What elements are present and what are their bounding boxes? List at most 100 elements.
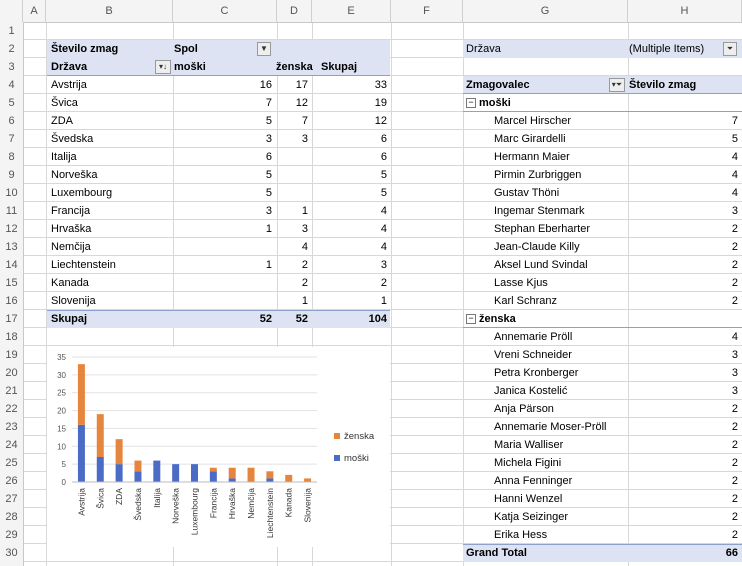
- winner-name[interactable]: Marcel Hirscher: [494, 112, 571, 130]
- pivot-row-label[interactable]: Slovenija: [51, 292, 96, 310]
- column-header-a[interactable]: A: [23, 0, 46, 22]
- value-moski[interactable]: 3: [173, 130, 272, 148]
- value-moski[interactable]: 3: [173, 202, 272, 220]
- row-header-10[interactable]: 10: [0, 184, 23, 202]
- row-header-22[interactable]: 22: [0, 400, 23, 418]
- winner-name[interactable]: Annemarie Pröll: [494, 328, 572, 346]
- group-label[interactable]: moški: [479, 94, 511, 112]
- value-skupaj[interactable]: 6: [312, 148, 387, 166]
- winner-name[interactable]: Vreni Schneider: [494, 346, 572, 364]
- value-skupaj[interactable]: 4: [312, 220, 387, 238]
- winner-count[interactable]: 4: [628, 148, 738, 166]
- row-filter-dropdown[interactable]: ▾⏷: [609, 78, 625, 92]
- winner-count[interactable]: 3: [628, 202, 738, 220]
- winner-count[interactable]: 5: [628, 130, 738, 148]
- row-header-24[interactable]: 24: [0, 436, 23, 454]
- value-skupaj[interactable]: 12: [312, 112, 387, 130]
- value-moski[interactable]: 6: [173, 148, 272, 166]
- row-header-1[interactable]: 1: [0, 22, 23, 40]
- row-header-23[interactable]: 23: [0, 418, 23, 436]
- value-zenska[interactable]: 4: [277, 238, 308, 256]
- winner-count[interactable]: 2: [628, 256, 738, 274]
- row-sort-dropdown[interactable]: ▾↓: [155, 60, 171, 74]
- value-zenska[interactable]: 1: [277, 292, 308, 310]
- pivot-row-label[interactable]: Kanada: [51, 274, 89, 292]
- winner-name[interactable]: Petra Kronberger: [494, 364, 578, 382]
- row-header-bar[interactable]: 1 2 3 4 5 6 7 8 9 10 11 12 13 14 15 16 17 18 19 20 21 22 23 24 2…: [0, 22, 24, 566]
- value-header-stevilo[interactable]: Število zmag: [629, 76, 696, 94]
- winner-name[interactable]: Karl Schranz: [494, 292, 557, 310]
- row-header-13[interactable]: 13: [0, 238, 23, 256]
- value-skupaj[interactable]: 4: [312, 238, 387, 256]
- row-header-27[interactable]: 27: [0, 490, 23, 508]
- row-header-7[interactable]: 7: [0, 130, 23, 148]
- winner-name[interactable]: Ingemar Stenmark: [494, 202, 584, 220]
- winner-name[interactable]: Katja Seizinger: [494, 508, 568, 526]
- value-moski[interactable]: 5: [173, 184, 272, 202]
- grand-total-value[interactable]: 66: [628, 544, 738, 562]
- column-header-e[interactable]: E: [312, 0, 391, 22]
- winner-count[interactable]: 3: [628, 364, 738, 382]
- value-skupaj[interactable]: 2: [312, 274, 387, 292]
- row-header-zmagovalec[interactable]: Zmagovalec: [466, 76, 530, 94]
- pivot-row-label[interactable]: ZDA: [51, 112, 73, 130]
- value-field-header[interactable]: Število zmag: [51, 40, 118, 58]
- value-zenska[interactable]: 2: [277, 256, 308, 274]
- value-skupaj[interactable]: 4: [312, 202, 387, 220]
- column-header-f[interactable]: F: [391, 0, 463, 22]
- value-zenska[interactable]: 7: [277, 112, 308, 130]
- pivot-row-label[interactable]: Luxembourg: [51, 184, 112, 202]
- total-moski[interactable]: 52: [173, 310, 272, 328]
- row-header-8[interactable]: 8: [0, 148, 23, 166]
- winner-name[interactable]: Anna Fenninger: [494, 472, 572, 490]
- value-zenska[interactable]: [277, 148, 308, 166]
- pivot-row-label[interactable]: Liechtenstein: [51, 256, 116, 274]
- row-header-20[interactable]: 20: [0, 364, 23, 382]
- value-skupaj[interactable]: 3: [312, 256, 387, 274]
- value-skupaj[interactable]: 5: [312, 166, 387, 184]
- winner-count[interactable]: 2: [628, 508, 738, 526]
- row-header-18[interactable]: 18: [0, 328, 23, 346]
- value-zenska[interactable]: 3: [277, 130, 308, 148]
- value-moski[interactable]: 1: [173, 220, 272, 238]
- value-moski[interactable]: 7: [173, 94, 272, 112]
- stacked-bar-chart[interactable]: 0 5 10 15 20 25 30 35 Avstrija Švica ZDA Švedska Ita…: [47, 347, 390, 547]
- winner-count[interactable]: 3: [628, 382, 738, 400]
- winner-count[interactable]: 2: [628, 526, 738, 544]
- value-zenska[interactable]: [277, 166, 308, 184]
- group-label[interactable]: ženska: [479, 310, 516, 328]
- row-header-9[interactable]: 9: [0, 166, 23, 184]
- column-header-d[interactable]: D: [277, 0, 312, 22]
- value-skupaj[interactable]: 5: [312, 184, 387, 202]
- total-label[interactable]: Skupaj: [51, 310, 87, 328]
- winner-name[interactable]: Annemarie Moser-Pröll: [494, 418, 606, 436]
- winner-count[interactable]: 2: [628, 454, 738, 472]
- winner-name[interactable]: Jean-Claude Killy: [494, 238, 580, 256]
- winner-name[interactable]: Aksel Lund Svindal: [494, 256, 588, 274]
- winner-name[interactable]: Lasse Kjus: [494, 274, 548, 292]
- winner-count[interactable]: 2: [628, 274, 738, 292]
- row-header-16[interactable]: 16: [0, 292, 23, 310]
- pivot-row-label[interactable]: Švedska: [51, 130, 93, 148]
- row-header-15[interactable]: 15: [0, 274, 23, 292]
- collapse-group-button[interactable]: −: [466, 94, 478, 112]
- winner-name[interactable]: Maria Walliser: [494, 436, 563, 454]
- pivot-row-label[interactable]: Francija: [51, 202, 90, 220]
- value-moski[interactable]: [173, 274, 272, 292]
- column-header-g[interactable]: G: [463, 0, 628, 22]
- pivot-row-label[interactable]: Italija: [51, 148, 77, 166]
- corner-cell[interactable]: [0, 0, 23, 22]
- value-zenska[interactable]: 3: [277, 220, 308, 238]
- value-skupaj[interactable]: 33: [312, 76, 387, 94]
- row-header-4[interactable]: 4: [0, 76, 23, 94]
- grand-total-label[interactable]: Grand Total: [466, 544, 527, 562]
- pivot-row-label[interactable]: Norveška: [51, 166, 97, 184]
- collapse-group-button[interactable]: −: [466, 310, 478, 328]
- pivot-row-label[interactable]: Hrvaška: [51, 220, 91, 238]
- filter-dropdown[interactable]: ⏷: [723, 42, 737, 56]
- column-header-h[interactable]: H: [628, 0, 742, 22]
- row-header-25[interactable]: 25: [0, 454, 23, 472]
- row-header-5[interactable]: 5: [0, 94, 23, 112]
- column-field-label[interactable]: Spol: [174, 40, 198, 58]
- winner-name[interactable]: Hermann Maier: [494, 148, 570, 166]
